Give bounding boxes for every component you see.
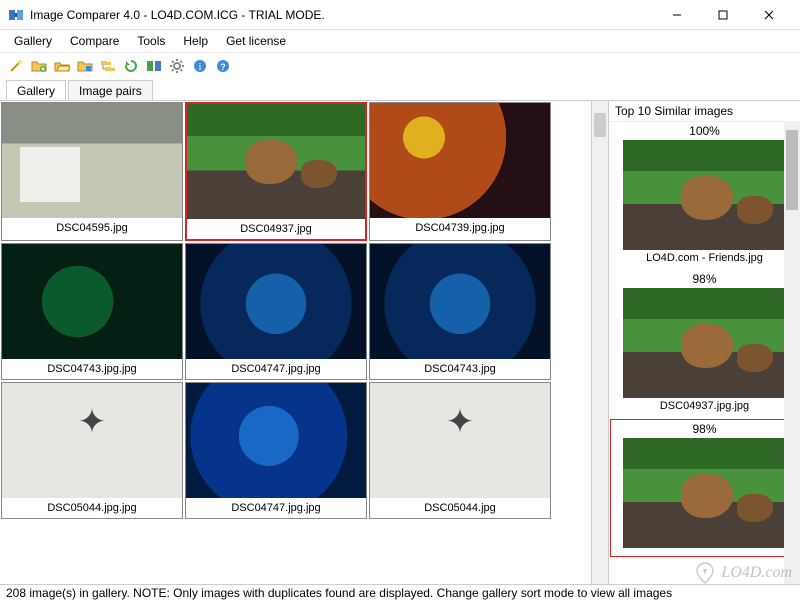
similar-thumbnail[interactable] xyxy=(623,288,787,398)
minimize-button[interactable] xyxy=(654,0,700,30)
similar-panel-title: Top 10 Similar images xyxy=(609,101,800,122)
gallery-cell[interactable]: DSC05044.jpg xyxy=(369,382,551,519)
refresh-icon[interactable] xyxy=(121,56,141,76)
gallery-grid[interactable]: DSC04595.jpgDSC04937.jpgDSC04739.jpg.jpg… xyxy=(0,101,592,584)
menu-compare[interactable]: Compare xyxy=(62,32,127,50)
menu-tools[interactable]: Tools xyxy=(129,32,173,50)
similar-thumbnail[interactable] xyxy=(623,140,787,250)
gallery-cell[interactable]: DSC04595.jpg xyxy=(1,102,183,241)
thumbnail[interactable] xyxy=(2,244,182,359)
similar-scrollbar[interactable] xyxy=(784,122,800,584)
thumbnail-caption: DSC04747.jpg.jpg xyxy=(186,359,366,379)
similar-item[interactable]: 100% LO4D.com - Friends.jpg xyxy=(609,122,800,270)
thumbnail[interactable] xyxy=(187,104,365,219)
gallery-cell[interactable]: DSC04747.jpg.jpg xyxy=(185,243,367,380)
thumbnail[interactable] xyxy=(370,103,550,218)
window-buttons xyxy=(654,0,792,30)
svg-text:i: i xyxy=(199,62,202,73)
tab-gallery[interactable]: Gallery xyxy=(6,80,66,100)
similarity-percent: 98% xyxy=(692,272,716,286)
thumbnail-caption: DSC04595.jpg xyxy=(2,218,182,238)
gallery-cell[interactable]: DSC04739.jpg.jpg xyxy=(369,102,551,241)
gallery-cell[interactable]: DSC04937.jpg xyxy=(185,102,367,241)
gallery-scrollbar[interactable] xyxy=(592,101,608,584)
window-title: Image Comparer 4.0 - LO4D.COM.ICG - TRIA… xyxy=(30,8,654,22)
thumbnail[interactable] xyxy=(2,103,182,218)
menubar: Gallery Compare Tools Help Get license xyxy=(0,30,800,52)
titlebar: Image Comparer 4.0 - LO4D.COM.ICG - TRIA… xyxy=(0,0,800,30)
menu-getlicense[interactable]: Get license xyxy=(218,32,294,50)
toolbar: i ? xyxy=(0,52,800,78)
thumbnail-caption: DSC04743.jpg xyxy=(370,359,550,379)
gallery-cell[interactable]: DSC04743.jpg xyxy=(369,243,551,380)
open-folder-icon[interactable] xyxy=(52,56,72,76)
thumbnail[interactable] xyxy=(186,244,366,359)
thumbnail-caption: DSC05044.jpg xyxy=(370,498,550,518)
similar-panel: Top 10 Similar images 100% LO4D.com - Fri… xyxy=(608,101,800,584)
thumbnail[interactable] xyxy=(370,244,550,359)
similar-thumbnail[interactable] xyxy=(623,438,787,548)
gallery-cell[interactable]: DSC04743.jpg.jpg xyxy=(1,243,183,380)
thumbnail[interactable] xyxy=(186,383,366,498)
new-folder-icon[interactable] xyxy=(29,56,49,76)
thumbnail-caption: DSC04743.jpg.jpg xyxy=(2,359,182,379)
status-bar: 208 image(s) in gallery. NOTE: Only imag… xyxy=(0,584,800,603)
tab-image-pairs[interactable]: Image pairs xyxy=(68,80,153,100)
maximize-button[interactable] xyxy=(700,0,746,30)
menu-gallery[interactable]: Gallery xyxy=(6,32,60,50)
thumbnail-caption: DSC04747.jpg.jpg xyxy=(186,498,366,518)
thumbnail-caption: DSC04937.jpg xyxy=(187,219,365,239)
gear-icon[interactable] xyxy=(167,56,187,76)
wand-icon[interactable] xyxy=(6,56,26,76)
similar-item[interactable]: 98% xyxy=(610,419,799,557)
thumbnail[interactable] xyxy=(370,383,550,498)
similarity-percent: 98% xyxy=(692,422,716,436)
close-button[interactable] xyxy=(746,0,792,30)
thumbnail[interactable] xyxy=(2,383,182,498)
main-area: DSC04595.jpgDSC04937.jpgDSC04739.jpg.jpg… xyxy=(0,100,800,584)
similar-caption: DSC04937.jpg.jpg xyxy=(660,398,749,416)
compare-icon[interactable] xyxy=(144,56,164,76)
info-icon[interactable]: i xyxy=(190,56,210,76)
similar-list[interactable]: 100% LO4D.com - Friends.jpg 98% DSC04937.jp… xyxy=(609,122,800,584)
similar-caption: LO4D.com - Friends.jpg xyxy=(646,250,763,268)
thumbnail-caption: DSC05044.jpg.jpg xyxy=(2,498,182,518)
help-icon[interactable]: ? xyxy=(213,56,233,76)
similarity-percent: 100% xyxy=(689,124,720,138)
thumbnail-caption: DSC04739.jpg.jpg xyxy=(370,218,550,238)
gallery-cell[interactable]: DSC05044.jpg.jpg xyxy=(1,382,183,519)
menu-help[interactable]: Help xyxy=(175,32,216,50)
add-folder-icon[interactable] xyxy=(75,56,95,76)
similar-item[interactable]: 98% DSC04937.jpg.jpg xyxy=(609,270,800,418)
gallery-cell[interactable]: DSC04747.jpg.jpg xyxy=(185,382,367,519)
app-icon xyxy=(8,7,24,23)
folder-tree-icon[interactable] xyxy=(98,56,118,76)
svg-text:?: ? xyxy=(220,62,226,72)
subtabs: Gallery Image pairs xyxy=(0,78,800,100)
